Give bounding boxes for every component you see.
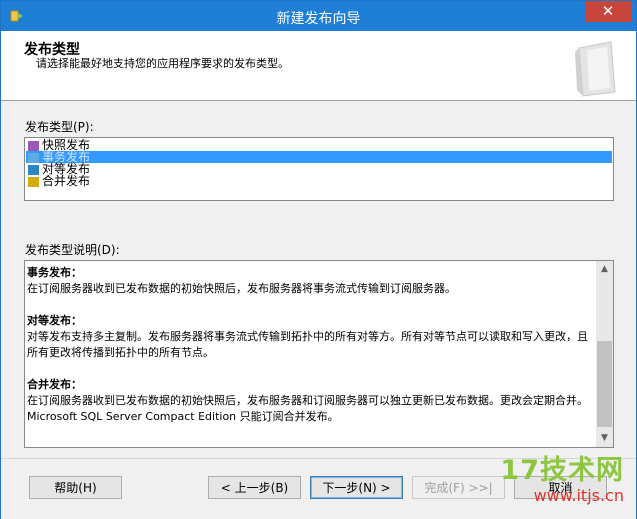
window-title: 新建发布向导 [276, 11, 361, 27]
scroll-down-icon[interactable]: ▼ [596, 430, 613, 447]
next-button[interactable]: 下一步(N) > [310, 476, 403, 499]
scroll-thumb[interactable] [597, 341, 612, 427]
desc-body-merge: 在订阅服务器收到已发布数据的初始快照后，发布服务器和订阅服务器可以独立更新已发布… [27, 394, 588, 423]
help-button[interactable]: 帮助(H) [29, 476, 122, 499]
desc-body-peer-to-peer: 对等发布支持多主复制。发布服务器将事务流式传输到拓扑中的所有对等方。所有对等节点… [27, 330, 588, 359]
publication-type-label: 发布类型(P): [25, 120, 94, 134]
wizard-window: 新建发布向导 ✕ 发布类型 请选择能最好地支持您的应用程序要求的发布类型。 发布… [0, 0, 637, 519]
watermark-brand: 17技术网 [500, 455, 624, 486]
desc-heading-transactional: 事务发布： [27, 266, 82, 279]
desc-heading-peer-to-peer: 对等发布： [27, 314, 82, 327]
scroll-up-icon[interactable]: ▲ [596, 261, 613, 278]
back-button[interactable]: < 上一步(B) [208, 476, 301, 499]
watermark-url: www.itjs.cn [533, 486, 624, 505]
list-item-label: 合并发布 [42, 174, 91, 188]
snapshot-publication-icon [28, 140, 39, 151]
title-bar[interactable]: 新建发布向导 ✕ [1, 1, 636, 31]
finish-button[interactable]: 完成(F) >>| [412, 476, 505, 499]
publication-type-listbox[interactable]: 快照发布 事务发布 对等发布 合并发布 [24, 137, 614, 201]
desc-heading-merge: 合并发布： [27, 378, 82, 391]
list-item-transactional[interactable]: 事务发布 [26, 151, 612, 163]
wizard-header: 发布类型 请选择能最好地支持您的应用程序要求的发布类型。 [1, 31, 636, 101]
vertical-scrollbar[interactable]: ▲ ▼ [596, 261, 613, 447]
close-button[interactable]: ✕ [585, 1, 631, 22]
description-textbox[interactable]: 事务发布： 在订阅服务器收到已发布数据的初始快照后，发布服务器将事务流式传输到订… [24, 260, 614, 448]
page-subtitle: 请选择能最好地支持您的应用程序要求的发布类型。 [36, 57, 289, 70]
list-item-peer-to-peer[interactable]: 对等发布 [26, 163, 612, 175]
list-item-snapshot[interactable]: 快照发布 [26, 139, 612, 151]
desc-body-transactional: 在订阅服务器收到已发布数据的初始快照后，发布服务器将事务流式传输到订阅服务器。 [27, 282, 456, 295]
peer-to-peer-publication-icon [28, 164, 39, 175]
list-item-merge[interactable]: 合并发布 [26, 175, 612, 187]
transactional-publication-icon [28, 152, 39, 163]
merge-publication-icon [28, 176, 39, 187]
wizard-banner-graphic [575, 41, 616, 97]
description-label: 发布类型说明(D): [25, 243, 120, 257]
description-content: 事务发布： 在订阅服务器收到已发布数据的初始快照后，发布服务器将事务流式传输到订… [27, 265, 595, 425]
